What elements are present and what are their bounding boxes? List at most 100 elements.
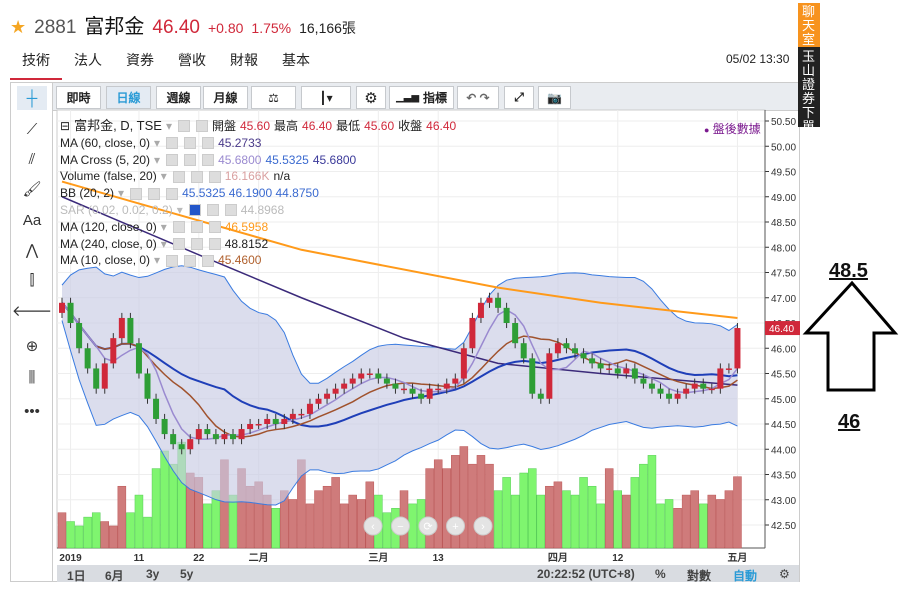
legend-label: MA Cross (5, 20) [60, 152, 151, 167]
x-tick-label: 11 [134, 553, 145, 564]
legend-bb[interactable]: BB (20, 2) ▾ 45.5325 46.1900 44.8750 [60, 185, 456, 202]
x-tick-label: 二月 [249, 552, 269, 564]
collapse-icon[interactable]: ⊟ [60, 118, 70, 135]
y-tick-label: 43.00 [771, 496, 796, 507]
y-tick-label: 49.00 [771, 193, 796, 204]
low-label: 最低 [336, 119, 361, 133]
after-hours-data[interactable]: ● 盤後數據 [704, 120, 761, 137]
candle [332, 388, 339, 394]
y-tick-label: 50.00 [771, 142, 796, 153]
chart-nav-button[interactable]: − [391, 516, 410, 536]
volume-bar [117, 485, 127, 549]
candle [76, 323, 83, 349]
x-tick-label: 三月 [368, 552, 388, 564]
volume-bar [339, 503, 349, 549]
range-6m[interactable]: 6月 [105, 567, 124, 584]
legend-ma-cross[interactable]: MA Cross (5, 20) ▾ 45.6800 45.5325 45.6800 [60, 152, 456, 169]
candle [144, 373, 151, 399]
open-value: 45.60 [240, 119, 271, 133]
candle [657, 388, 664, 394]
volume-bar [203, 503, 212, 549]
volume-bar [545, 485, 554, 549]
candle [315, 398, 322, 404]
visibility-icon[interactable] [188, 204, 201, 217]
auto-toggle[interactable]: 自動 [733, 567, 757, 584]
volume-bar [630, 477, 640, 549]
legend-ma240[interactable]: MA (240, close, 0) ▾ 48.8152 [60, 236, 456, 253]
candle [341, 383, 348, 389]
settings-icon[interactable]: ⚙ [779, 567, 790, 581]
candle [409, 388, 416, 394]
after-hours-label: 盤後數據 [712, 122, 761, 136]
candle [725, 368, 732, 370]
candle [589, 358, 596, 364]
legend-volume[interactable]: Volume (false, 20) ▾ 16.166K n/a [60, 168, 456, 185]
candle [623, 368, 630, 374]
legend-label: MA (240, close, 0) [60, 236, 157, 251]
candle [460, 348, 467, 379]
volume-bar [91, 512, 101, 549]
legend-symbol-row: ⊟ 富邦金, D, TSE ▾ 開盤 45.60 最高 46.40 最低 45.60 收… [60, 118, 457, 135]
candle [101, 363, 108, 389]
candle [375, 373, 382, 379]
legend-label: MA (10, close, 0) [60, 253, 151, 268]
range-5y[interactable]: 5y [180, 567, 193, 581]
chart-nav-button[interactable]: › [473, 516, 493, 536]
volume-bar [707, 494, 717, 549]
side-tabs: 聊天室 玉山證券下單 [798, 3, 820, 134]
candle [212, 434, 219, 440]
volume-bar [126, 512, 135, 549]
x-tick-label: 四月 [548, 552, 568, 564]
order-tab[interactable]: 玉山證券下單 [798, 47, 820, 134]
candle [161, 418, 168, 435]
legend-ma60[interactable]: MA (60, close, 0) ▾ 45.2733 [60, 135, 456, 152]
volume-bar [348, 494, 357, 549]
chart-nav-button[interactable]: + [446, 516, 465, 536]
chart-nav-button[interactable]: ⟳ [418, 516, 438, 536]
volume-bar [716, 499, 725, 549]
candle [640, 378, 647, 384]
candle [170, 434, 177, 445]
legend-ma120[interactable]: MA (120, close, 0) ▾ 46.5958 [60, 219, 456, 236]
y-tick-label: 45.00 [771, 395, 796, 406]
candle [683, 388, 690, 394]
candle [563, 343, 570, 349]
log-toggle[interactable]: 對數 [687, 567, 711, 584]
legend-value: 45.6800 [312, 152, 357, 167]
legend-value: 45.5325 [265, 152, 309, 167]
candle [178, 444, 185, 450]
percent-toggle[interactable]: % [655, 567, 666, 581]
volume-bar [100, 521, 109, 549]
volume-bar [468, 463, 477, 549]
candle [495, 297, 502, 308]
volume-bar [681, 494, 691, 549]
range-3y[interactable]: 3y [146, 567, 159, 581]
volume-bar [587, 485, 597, 549]
y-tick-label: 44.00 [771, 445, 796, 456]
candle [306, 403, 313, 414]
indicator-legend: ⊟ 富邦金, D, TSE ▾ 開盤 45.60 最高 46.40 最低 45.60 收… [60, 118, 456, 269]
volume-bar [83, 516, 92, 549]
price-chart[interactable]: 50.50 50.00 49.50 49.00 48.50 48.00 47.50 47.00… [0, 0, 900, 600]
legend-value: 16.166K [224, 169, 270, 184]
chatroom-tab[interactable]: 聊天室 [798, 3, 820, 47]
candle [606, 368, 613, 370]
candle [435, 388, 442, 391]
candle [648, 383, 655, 389]
legend-value: 45.5325 46.1900 44.8750 [182, 186, 319, 201]
legend-sar[interactable]: SAR (0.02, 0.02, 0.2) ▾ 44.8968 [60, 202, 456, 219]
chart-bottom-bar: 1日 6月 3y 5y 20:22:52 (UTC+8) % 對數 自動 ⚙ [57, 565, 799, 584]
volume-bar [493, 490, 503, 549]
candle [666, 393, 673, 399]
legend-ma10[interactable]: MA (10, close, 0) ▾ 45.4600 [60, 252, 456, 269]
clock-time: 20:22:52 (UTC+8) [537, 567, 635, 581]
range-1d[interactable]: 1日 [67, 567, 86, 584]
candle [195, 429, 202, 440]
candle [221, 434, 228, 440]
candle [67, 302, 74, 323]
volume-bar [613, 490, 622, 549]
x-tick-label: 2019 [59, 553, 82, 564]
chart-nav-button[interactable]: ‹ [363, 516, 383, 536]
volume-bar [322, 485, 332, 549]
candle [349, 378, 356, 384]
